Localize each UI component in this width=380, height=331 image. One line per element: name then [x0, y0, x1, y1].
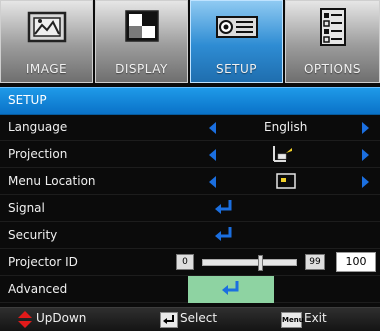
- menu-item-advanced[interactable]: Advanced: [0, 276, 380, 303]
- select-hint: Select: [180, 311, 218, 325]
- updown-hint: UpDown: [36, 311, 87, 325]
- slider-max-label: 99: [305, 254, 325, 270]
- projector-id-value: 100: [336, 252, 376, 272]
- enter-key-icon: [160, 312, 178, 328]
- exit-hint: Exit: [304, 311, 327, 325]
- section-title: SETUP: [8, 93, 47, 107]
- enter-icon[interactable]: [212, 197, 236, 217]
- display-icon: [124, 10, 159, 42]
- tab-setup[interactable]: SETUP: [190, 0, 283, 83]
- menu-location-label: Menu Location: [8, 174, 96, 188]
- slider-min-label: 0: [176, 254, 194, 270]
- menu-item-security[interactable]: Security: [0, 222, 380, 249]
- left-arrow-icon[interactable]: [209, 176, 216, 188]
- projector-id-slider[interactable]: [202, 255, 297, 271]
- menu-item-menu-location[interactable]: Menu Location: [0, 168, 380, 195]
- menu-item-language[interactable]: Language English: [0, 114, 380, 141]
- projector-id-label: Projector ID: [8, 255, 78, 269]
- slider-thumb[interactable]: [258, 255, 263, 271]
- projector-icon: [215, 16, 258, 38]
- signal-label: Signal: [8, 201, 45, 215]
- image-icon: [27, 11, 66, 43]
- right-arrow-icon[interactable]: [362, 176, 369, 188]
- language-value: English: [264, 120, 308, 134]
- menu-item-projection[interactable]: Projection: [0, 141, 380, 168]
- section-title-bar: SETUP: [0, 87, 380, 115]
- tab-image[interactable]: IMAGE: [0, 0, 93, 83]
- menu-item-projector-id[interactable]: Projector ID 0 99 100: [0, 249, 380, 276]
- projection-label: Projection: [8, 147, 68, 161]
- front-projection-icon: [273, 146, 292, 162]
- tab-display-label: DISPLAY: [115, 62, 168, 76]
- tab-setup-label: SETUP: [215, 62, 258, 76]
- menu-item-signal[interactable]: Signal: [0, 195, 380, 222]
- language-label: Language: [8, 120, 68, 134]
- osd-menu: IMAGE DISPLAY SETUP OPTIONS SETUP Langua…: [0, 0, 380, 331]
- footer-hints: UpDown Select Menu Exit: [0, 307, 380, 331]
- left-arrow-icon[interactable]: [209, 149, 216, 161]
- menu-list: Language English Projection Menu Locatio…: [0, 114, 380, 303]
- security-label: Security: [8, 228, 58, 242]
- tab-options[interactable]: OPTIONS: [285, 0, 380, 83]
- tab-options-label: OPTIONS: [303, 62, 362, 76]
- right-arrow-icon[interactable]: [362, 149, 369, 161]
- menu-location-icon: [276, 173, 296, 189]
- left-arrow-icon[interactable]: [209, 122, 216, 134]
- options-icon: [319, 8, 346, 46]
- enter-icon[interactable]: [212, 224, 236, 244]
- menu-key-icon: Menu: [281, 312, 304, 328]
- right-arrow-icon[interactable]: [362, 122, 369, 134]
- advanced-label: Advanced: [8, 282, 68, 296]
- enter-icon[interactable]: [219, 278, 243, 298]
- tab-image-label: IMAGE: [25, 62, 68, 76]
- tab-bar: IMAGE DISPLAY SETUP OPTIONS: [0, 0, 380, 85]
- updown-arrows-icon: [18, 311, 32, 328]
- tab-display[interactable]: DISPLAY: [95, 0, 188, 83]
